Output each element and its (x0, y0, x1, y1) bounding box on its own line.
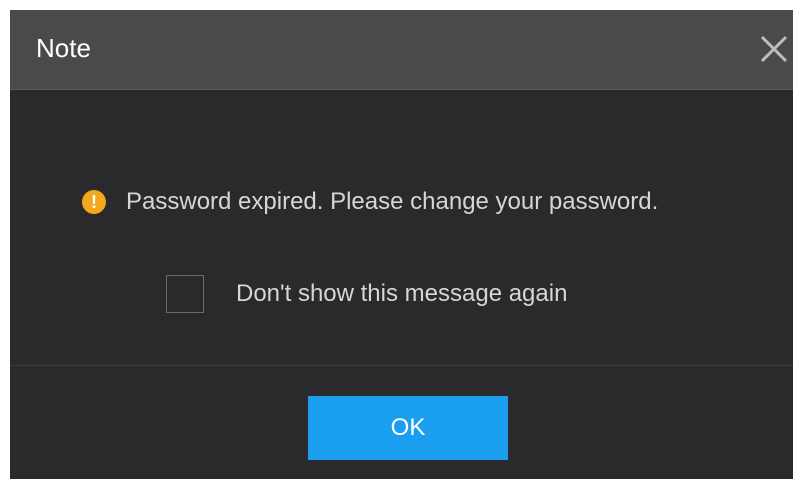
dialog-footer: OK (10, 365, 793, 479)
dialog-title: Note (36, 33, 91, 63)
dialog-body: ! Password expired. Please change your p… (10, 90, 793, 365)
message-row: ! Password expired. Please change your p… (82, 186, 658, 218)
note-dialog: Note ! Password expired. Please change y… (10, 10, 793, 479)
message-text: Password expired. Please change your pas… (126, 188, 659, 215)
dont-show-again-checkbox[interactable] (166, 275, 204, 313)
close-icon[interactable] (757, 32, 791, 66)
dont-show-again-row[interactable]: Don't show this message again (166, 275, 567, 313)
warning-icon: ! (82, 190, 106, 214)
ok-button[interactable]: OK (308, 396, 508, 460)
dont-show-again-label[interactable]: Don't show this message again (236, 275, 567, 313)
dialog-titlebar: Note (10, 10, 793, 90)
